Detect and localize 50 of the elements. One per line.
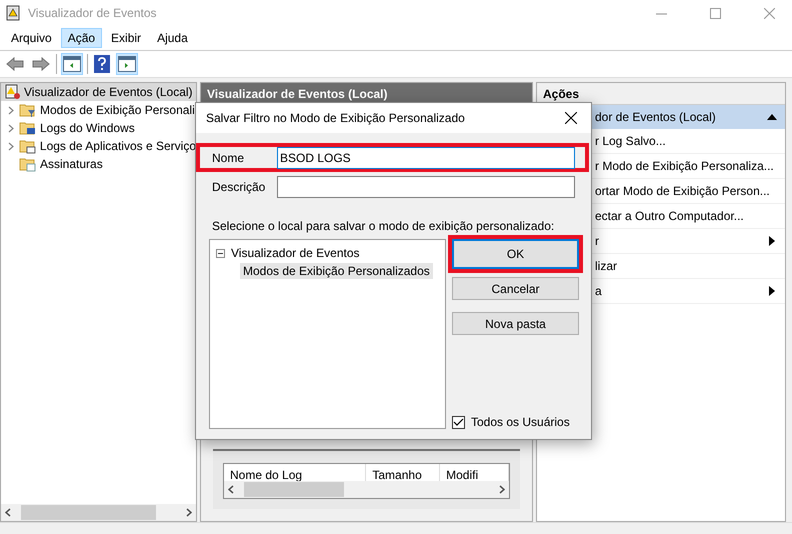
scroll-left-icon[interactable] (228, 485, 234, 494)
scroll-left-icon[interactable] (5, 508, 11, 517)
close-icon (565, 112, 577, 124)
tree-item[interactable]: Visualizador de Eventos (228, 245, 363, 261)
show-actions-button[interactable] (116, 53, 138, 75)
field-label: Nome (212, 150, 246, 164)
menu-item[interactable]: Arquivo (4, 28, 59, 48)
tree-item[interactable]: Logs do Windows (40, 121, 135, 135)
collapse-icon[interactable] (216, 248, 225, 258)
menu-item[interactable]: Ação (60, 28, 102, 48)
tree-item[interactable]: Modos de Exibição Personalizados (240, 263, 433, 279)
submenu-arrow-icon (769, 236, 775, 246)
description-field[interactable] (277, 176, 575, 198)
tree-item[interactable]: Assinaturas (40, 157, 103, 171)
scroll-right-icon[interactable] (186, 508, 192, 517)
tree-item[interactable]: Modos de Exibição Personali (40, 103, 195, 117)
pane-header: Ações (537, 83, 785, 105)
folder-icon (19, 102, 36, 118)
pane-icon (118, 56, 136, 72)
back-arrow-icon (6, 57, 24, 71)
field-label: Descrição (212, 180, 266, 194)
window-title: Visualizador de Eventos (28, 6, 158, 20)
maximize-icon (710, 8, 720, 18)
help-button[interactable] (92, 53, 112, 75)
folder-icon (19, 120, 36, 136)
folder-icon (19, 138, 36, 154)
event-viewer-icon (6, 5, 20, 21)
tree-item[interactable]: Logs de Aplicativos e Serviço (40, 139, 196, 153)
checkbox[interactable] (452, 416, 465, 428)
horizontal-scrollbar[interactable] (224, 481, 509, 498)
close-icon (764, 8, 774, 18)
menu-item[interactable]: Ajuda (150, 28, 195, 48)
checkbox-label: Todos os Usuários (471, 415, 570, 429)
submenu-arrow-icon (769, 286, 775, 296)
dialog-button[interactable]: OK (452, 239, 579, 269)
dialog-button[interactable]: Cancelar (452, 277, 579, 300)
help-icon (94, 55, 110, 73)
scroll-right-icon[interactable] (499, 485, 505, 494)
collapse-icon (767, 114, 777, 120)
pane-icon (63, 56, 81, 72)
show-tree-button[interactable] (61, 53, 83, 75)
name-field[interactable]: BSOD LOGS (277, 146, 575, 168)
horizontal-scrollbar[interactable] (1, 504, 196, 521)
folder-icon (19, 156, 36, 172)
event-viewer-icon (5, 84, 21, 100)
menu-item[interactable]: Exibir (104, 28, 148, 48)
dialog-button[interactable]: Nova pasta (452, 312, 579, 335)
tree-item[interactable]: Visualizador de Eventos (Local) (1, 83, 196, 101)
dialog-title: Salvar Filtro no Modo de Exibição Personalizado (206, 111, 466, 125)
forward-arrow-icon (32, 57, 50, 71)
